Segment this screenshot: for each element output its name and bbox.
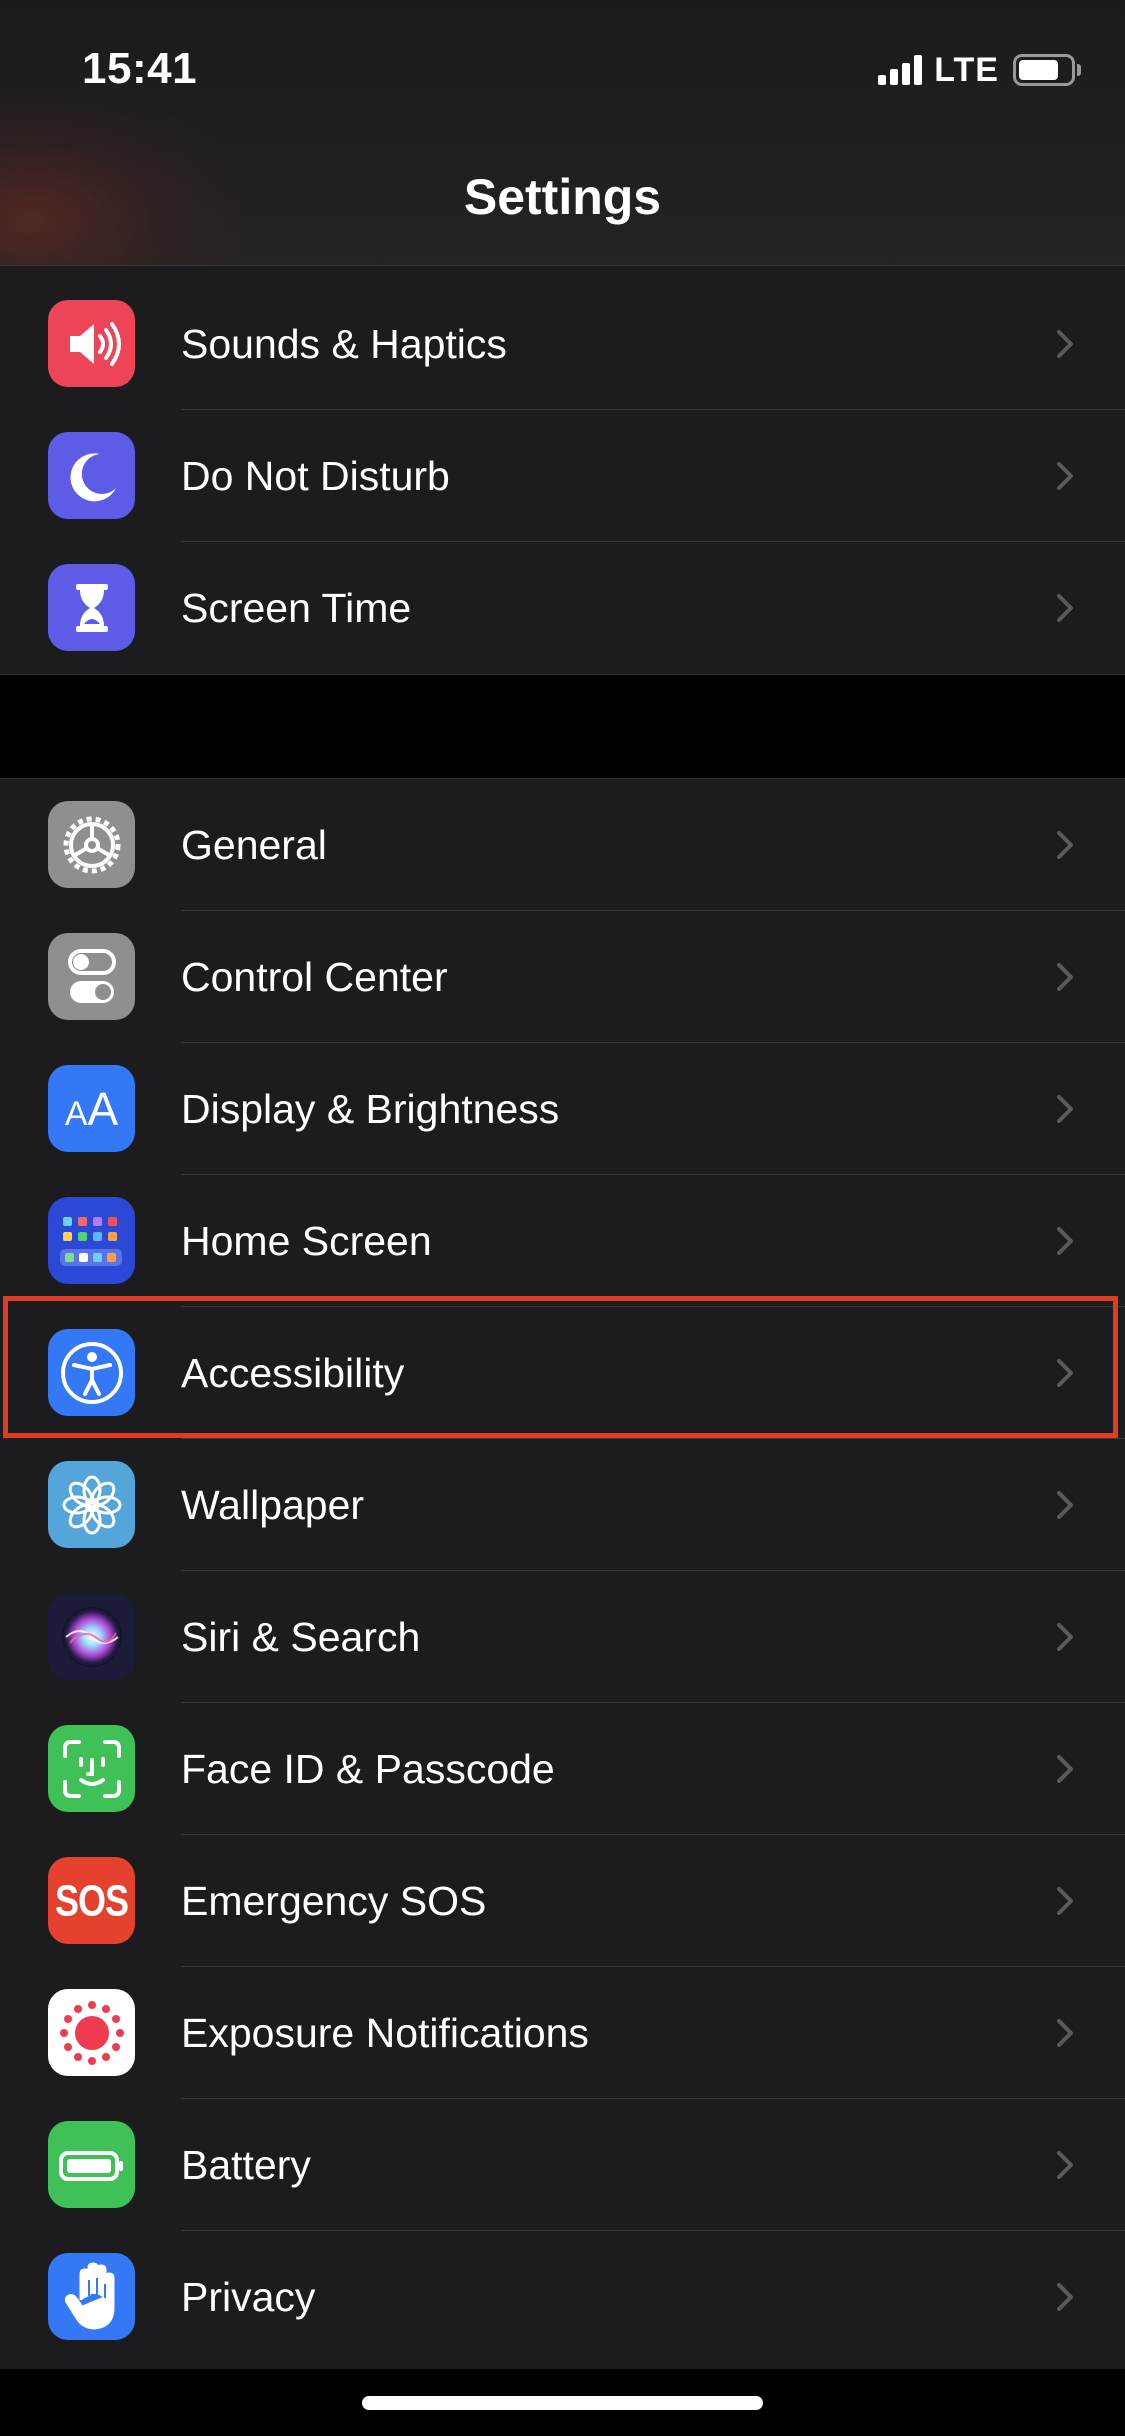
settings-row-display-brightness[interactable]: AA Display & Brightness — [0, 1043, 1125, 1175]
chevron-right-icon — [1057, 963, 1073, 991]
status-time: 15:41 — [82, 44, 198, 93]
settings-row-home-screen[interactable]: Home Screen — [0, 1175, 1125, 1307]
text-size-icon: AA — [48, 1065, 135, 1152]
text-size-glyph: AA — [64, 1082, 119, 1135]
chevron-right-icon — [1057, 1623, 1073, 1651]
chevron-right-icon — [1057, 462, 1073, 490]
nav-divider — [0, 265, 1125, 266]
toggles-icon — [48, 933, 135, 1020]
row-label: Sounds & Haptics — [181, 321, 507, 367]
chevron-right-icon — [1057, 1227, 1073, 1255]
gear-icon — [48, 801, 135, 888]
speaker-icon — [48, 300, 135, 387]
face-id-icon — [48, 1725, 135, 1812]
settings-group-top: Sounds & Haptics Do Not Disturb Screen T… — [0, 266, 1125, 675]
chevron-right-icon — [1057, 2151, 1073, 2179]
row-label: Face ID & Passcode — [181, 1746, 555, 1792]
row-label: Battery — [181, 2142, 311, 2188]
status-indicators: LTE — [878, 50, 1081, 90]
settings-row-screen-time[interactable]: Screen Time — [0, 542, 1125, 674]
settings-row-sounds-haptics[interactable]: Sounds & Haptics — [0, 278, 1125, 410]
network-type: LTE — [934, 50, 999, 89]
row-label: Siri & Search — [181, 1614, 421, 1660]
row-label: Exposure Notifications — [181, 2010, 589, 2056]
chevron-right-icon — [1057, 2019, 1073, 2047]
moon-icon — [48, 432, 135, 519]
chevron-right-icon — [1057, 594, 1073, 622]
chevron-right-icon — [1057, 330, 1073, 358]
settings-row-siri-search[interactable]: Siri & Search — [0, 1571, 1125, 1703]
hand-icon — [48, 2253, 135, 2340]
siri-icon — [48, 1593, 135, 1680]
settings-row-control-center[interactable]: Control Center — [0, 911, 1125, 1043]
battery-tip — [1077, 64, 1081, 76]
hourglass-icon — [48, 564, 135, 651]
sos-icon-text: SOS — [54, 1875, 129, 1925]
chevron-right-icon — [1057, 831, 1073, 859]
chevron-right-icon — [1057, 1359, 1073, 1387]
battery-icon — [48, 2121, 135, 2208]
chevron-right-icon — [1057, 1491, 1073, 1519]
row-label: Home Screen — [181, 1218, 432, 1264]
row-label: General — [181, 822, 327, 868]
settings-row-battery[interactable]: Battery — [0, 2099, 1125, 2231]
row-label: Do Not Disturb — [181, 453, 450, 499]
settings-row-wallpaper[interactable]: Wallpaper — [0, 1439, 1125, 1571]
row-label: Display & Brightness — [181, 1086, 560, 1132]
row-label: Wallpaper — [181, 1482, 365, 1528]
row-label: Emergency SOS — [181, 1878, 487, 1924]
accessibility-icon — [48, 1329, 135, 1416]
chevron-right-icon — [1057, 1755, 1073, 1783]
battery-status-icon — [1013, 54, 1075, 86]
settings-row-do-not-disturb[interactable]: Do Not Disturb — [0, 410, 1125, 542]
row-label: Control Center — [181, 954, 448, 1000]
cellular-signal-icon — [878, 55, 923, 85]
home-indicator[interactable] — [362, 2396, 763, 2410]
battery-level — [1019, 60, 1058, 80]
exposure-icon — [48, 1989, 135, 2076]
app-grid-icon — [48, 1197, 135, 1284]
sos-icon: SOS — [48, 1857, 135, 1944]
row-label: Accessibility — [181, 1350, 405, 1396]
settings-group-main: General Control Center AA Display & Brig… — [0, 778, 1125, 2369]
page-title: Settings — [463, 169, 662, 225]
settings-row-face-id-passcode[interactable]: Face ID & Passcode — [0, 1703, 1125, 1835]
settings-row-privacy[interactable]: Privacy — [0, 2231, 1125, 2363]
flower-icon — [48, 1461, 135, 1548]
chevron-right-icon — [1057, 1887, 1073, 1915]
settings-row-general[interactable]: General — [0, 779, 1125, 911]
settings-row-accessibility[interactable]: Accessibility — [0, 1307, 1125, 1439]
chevron-right-icon — [1057, 2283, 1073, 2311]
navigation-bar: 15:41 LTE Settings — [0, 0, 1125, 266]
chevron-right-icon — [1057, 1095, 1073, 1123]
settings-row-emergency-sos[interactable]: SOS Emergency SOS — [0, 1835, 1125, 1967]
settings-row-exposure-notifications[interactable]: Exposure Notifications — [0, 1967, 1125, 2099]
row-label: Privacy — [181, 2274, 316, 2320]
row-label: Screen Time — [181, 585, 412, 631]
